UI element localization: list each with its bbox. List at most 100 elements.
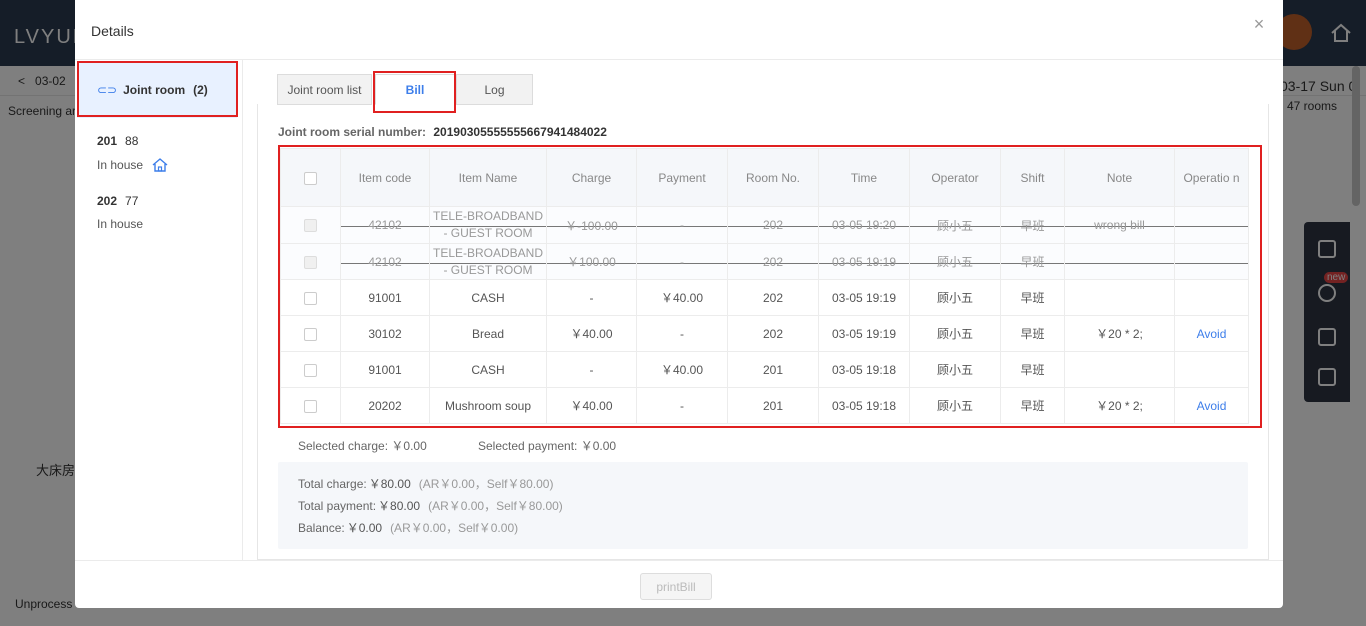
column-header: Time xyxy=(818,148,910,207)
total-amount: ￥0.00 xyxy=(346,521,383,535)
time: 03-05 19:19 xyxy=(818,279,910,316)
time: 03-05 19:18 xyxy=(818,387,910,424)
payment: ￥40.00 xyxy=(636,351,728,388)
total-charge: Total charge: ￥80.00 (AR￥0.00，Self￥80.00) xyxy=(298,476,1228,498)
serial-number: Joint room serial number: 20190305555555… xyxy=(278,125,607,139)
total-breakdown: (AR￥0.00，Self￥80.00) xyxy=(418,477,554,491)
time: 03-05 19:20 xyxy=(818,206,910,244)
select-all-cell xyxy=(280,148,341,207)
tab-log[interactable]: Log xyxy=(456,74,533,105)
operator: 顾小五 xyxy=(909,315,1001,352)
column-header: Item Name xyxy=(429,148,547,207)
operation: Avoid xyxy=(1174,315,1249,352)
shift: 早班 xyxy=(1000,315,1065,352)
select-all-checkbox[interactable] xyxy=(304,171,317,185)
item-name: Bread xyxy=(429,315,547,352)
operator: 顾小五 xyxy=(909,387,1001,424)
charge: ￥40.00 xyxy=(546,315,637,352)
column-header: Note xyxy=(1064,148,1175,207)
shift: 早班 xyxy=(1000,279,1065,316)
row-checkbox[interactable] xyxy=(304,219,317,233)
row-select-cell xyxy=(280,206,341,244)
charge: ￥-100.00 xyxy=(546,206,637,244)
operation xyxy=(1174,243,1249,280)
payment: ￥40.00 xyxy=(636,279,728,316)
joint-room-label: Joint room xyxy=(123,83,186,97)
avoid-link[interactable]: Avoid xyxy=(1197,327,1227,341)
link-icon: ⊂⊃ xyxy=(97,83,118,97)
column-header: Room No. xyxy=(727,148,819,207)
guest-name: 88 xyxy=(125,134,139,148)
bill-table: Item code Item Name Charge Payment Room … xyxy=(280,148,1249,424)
shift: 早班 xyxy=(1000,243,1065,280)
operator: 顾小五 xyxy=(909,243,1001,280)
avoid-link[interactable]: Avoid xyxy=(1197,399,1227,413)
row-checkbox[interactable] xyxy=(304,327,317,341)
item-code: 42102 xyxy=(340,243,430,280)
room-entry-201[interactable]: 201 88 In house xyxy=(97,134,169,173)
modal-title: Details xyxy=(91,23,134,39)
row-select-cell xyxy=(280,243,341,280)
note xyxy=(1064,351,1175,388)
shift: 早班 xyxy=(1000,387,1065,424)
total-breakdown: (AR￥0.00，Self￥0.00) xyxy=(390,521,519,535)
time: 03-05 19:19 xyxy=(818,315,910,352)
print-bill-button[interactable]: printBill xyxy=(640,573,712,600)
column-header: Item code xyxy=(340,148,430,207)
item-code: 42102 xyxy=(340,206,430,244)
table-row: 20202 Mushroom soup ￥40.00 - 201 03-05 1… xyxy=(280,387,1249,424)
totals-panel: Total charge: ￥80.00 (AR￥0.00，Self￥80.00) … xyxy=(278,462,1248,549)
column-header: Operatio n xyxy=(1174,148,1249,207)
item-name: CASH xyxy=(429,351,547,388)
item-code: 91001 xyxy=(340,279,430,316)
item-name: Mushroom soup xyxy=(429,387,547,424)
row-select-cell xyxy=(280,315,341,352)
total-breakdown: (AR￥0.00，Self￥80.00) xyxy=(428,499,563,513)
home-icon xyxy=(152,158,168,172)
column-header: Operator xyxy=(909,148,1001,207)
column-header: Charge xyxy=(546,148,637,207)
total-label: Total payment: xyxy=(298,499,377,513)
item-name: TELE-BROADBAND - GUEST ROOM xyxy=(429,243,547,280)
room-number: 201 xyxy=(97,134,118,148)
modal-footer: printBill xyxy=(75,560,1283,608)
tab-joint-room-list[interactable]: Joint room list xyxy=(277,74,372,105)
close-icon[interactable]: × xyxy=(1249,14,1269,34)
room-no: 202 xyxy=(727,206,819,244)
table-row: 91001 CASH - ￥40.00 201 03-05 19:18 顾小五 … xyxy=(280,351,1249,388)
note: ￥20 * 2; xyxy=(1064,315,1175,352)
time: 03-05 19:19 xyxy=(818,243,910,280)
balance: Balance: ￥0.00 (AR￥0.00，Self￥0.00) xyxy=(298,520,1228,542)
table-row: 91001 CASH - ￥40.00 202 03-05 19:19 顾小五 … xyxy=(280,279,1249,316)
guest-name: 77 xyxy=(125,194,139,208)
row-select-cell xyxy=(280,387,341,424)
row-select-cell xyxy=(280,351,341,388)
operator: 顾小五 xyxy=(909,351,1001,388)
table-header: Item code Item Name Charge Payment Room … xyxy=(280,148,1249,207)
charge: ￥40.00 xyxy=(546,387,637,424)
item-code: 91001 xyxy=(340,351,430,388)
total-amount: ￥80.00 xyxy=(378,499,421,513)
selected-charge: Selected charge: ￥0.00 xyxy=(298,439,427,453)
details-modal: Details × ⊂⊃ Joint room (2) 201 88 In hou… xyxy=(75,0,1283,608)
row-checkbox[interactable] xyxy=(304,291,317,305)
room-entry-202[interactable]: 202 77 In house xyxy=(97,194,143,231)
payment: - xyxy=(636,243,728,280)
row-checkbox[interactable] xyxy=(304,255,317,269)
room-no: 202 xyxy=(727,279,819,316)
room-number: 202 xyxy=(97,194,118,208)
tab-bill[interactable]: Bill xyxy=(375,74,455,105)
shift: 早班 xyxy=(1000,351,1065,388)
charge: ￥100.00 xyxy=(546,243,637,280)
row-select-cell xyxy=(280,279,341,316)
row-checkbox[interactable] xyxy=(304,363,317,377)
column-header: Payment xyxy=(636,148,728,207)
room-status: In house xyxy=(97,217,144,231)
total-amount: ￥80.00 xyxy=(368,477,411,491)
operation: Avoid xyxy=(1174,387,1249,424)
row-checkbox[interactable] xyxy=(304,399,317,413)
serial-label: Joint room serial number: xyxy=(278,125,427,139)
room-status: In house xyxy=(97,158,144,172)
item-code: 20202 xyxy=(340,387,430,424)
joint-room-tab[interactable]: ⊂⊃ Joint room (2) xyxy=(77,62,237,118)
